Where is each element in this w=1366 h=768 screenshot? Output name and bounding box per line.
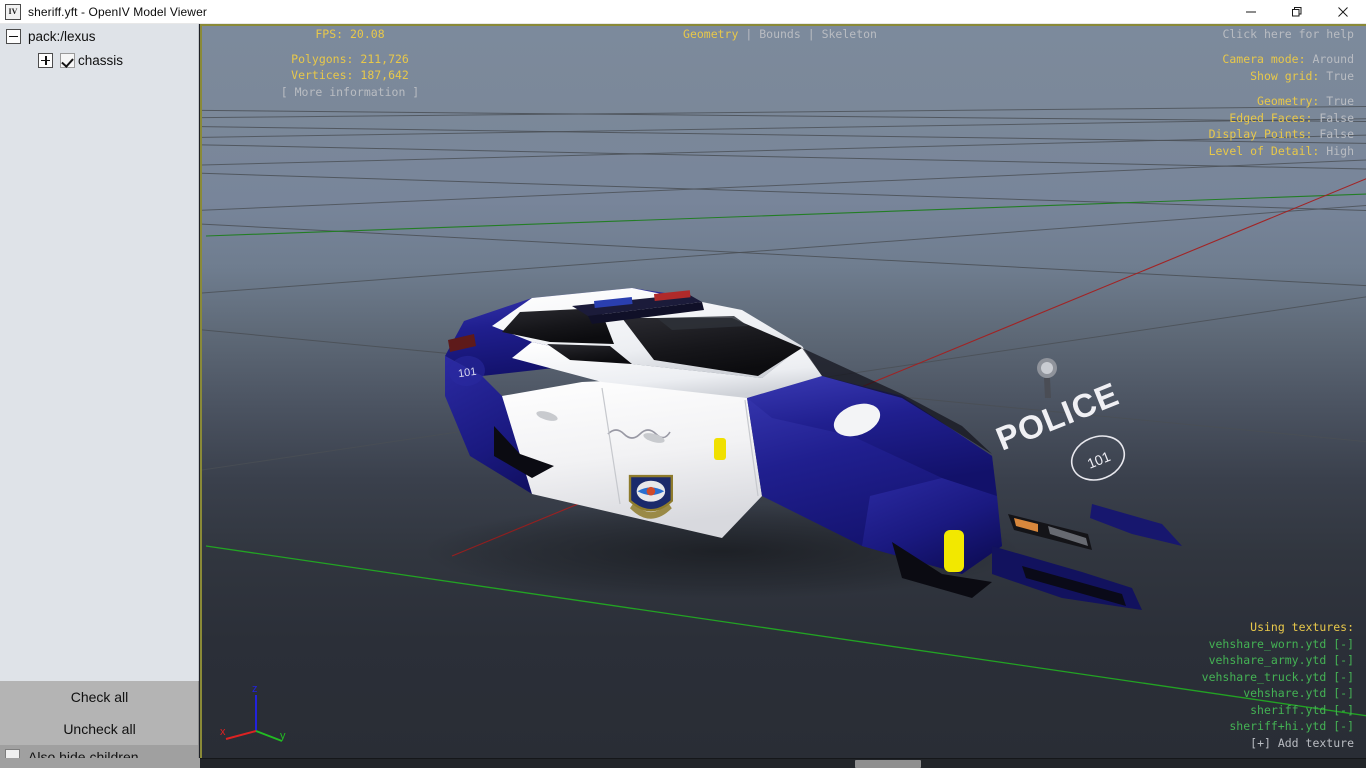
horizontal-scrollbar[interactable] <box>200 758 1366 768</box>
hud-stats: FPS: 20.08 Polygons: 211,726 Vertices: 1… <box>205 26 495 100</box>
viewport-render: POLICE 101 101 <box>202 105 1366 717</box>
polygons-label: Polygons: <box>291 51 354 66</box>
svg-text:x: x <box>220 726 226 738</box>
edged-faces-row[interactable]: Edged Faces: False <box>1209 110 1354 127</box>
texture-row[interactable]: sheriff.ytd [-] <box>1202 702 1354 719</box>
polygons-row: Polygons: 211,726 <box>205 51 495 68</box>
hud-mode-tabs: Geometry | Bounds | Skeleton <box>600 26 960 43</box>
texture-row[interactable]: vehshare_truck.ytd [-] <box>1202 669 1354 686</box>
restore-button[interactable] <box>1274 0 1320 24</box>
window-controls <box>1228 0 1366 24</box>
texture-name: vehshare_army.ytd <box>1208 653 1327 667</box>
marker-pin <box>944 530 964 572</box>
hud-textures-panel: Using textures: vehshare_worn.ytd [-] ve… <box>1202 619 1354 751</box>
texture-toggle-icon[interactable]: [-] <box>1333 719 1354 733</box>
more-information-link[interactable]: [ More information ] <box>205 84 495 101</box>
bottom-left-filler <box>0 758 200 768</box>
tree-actions-panel: Check all Uncheck all <box>0 681 199 745</box>
texture-toggle-icon[interactable]: [-] <box>1333 637 1354 651</box>
texture-toggle-icon[interactable]: [-] <box>1333 686 1354 700</box>
texture-toggle-icon[interactable]: [-] <box>1333 653 1354 667</box>
3d-viewport[interactable]: POLICE 101 101 z x y <box>200 24 1366 758</box>
svg-text:101: 101 <box>457 366 477 380</box>
show-grid-row[interactable]: Show grid: True <box>1222 68 1354 85</box>
expand-icon[interactable] <box>38 52 53 68</box>
camera-mode-row[interactable]: Camera mode: Around <box>1222 51 1354 68</box>
camera-mode-value: Around <box>1312 52 1354 66</box>
svg-text:z: z <box>252 683 258 695</box>
hud-view-settings: Camera mode: Around Show grid: True <box>1222 51 1354 84</box>
texture-name: sheriff.ytd <box>1250 702 1327 717</box>
show-grid-value: True <box>1326 68 1354 83</box>
level-of-detail-value: High <box>1326 143 1354 158</box>
chassis-checkbox[interactable] <box>60 52 75 68</box>
geometry-row[interactable]: Geometry: True <box>1209 93 1354 110</box>
show-grid-label: Show grid: <box>1250 68 1320 83</box>
texture-name: vehshare_truck.ytd <box>1201 669 1327 684</box>
vertices-row: Vertices: 187,642 <box>205 67 495 84</box>
display-points-value: False <box>1319 127 1354 141</box>
police-decal: POLICE <box>991 375 1124 458</box>
tab-bounds[interactable]: Bounds <box>759 27 801 41</box>
minimize-button[interactable] <box>1228 0 1274 24</box>
add-texture-button[interactable]: [+] Add texture <box>1202 735 1354 752</box>
fps-label: FPS: <box>315 27 344 41</box>
help-link[interactable]: Click here for help <box>1222 26 1354 43</box>
using-textures-header: Using textures: <box>1250 620 1354 634</box>
tree-item-chassis[interactable]: chassis <box>0 48 198 72</box>
camera-mode-label: Camera mode: <box>1222 52 1306 66</box>
marker-pin <box>714 438 726 460</box>
app-icon: IV <box>5 3 21 20</box>
tree-item-label: chassis <box>78 52 124 68</box>
svg-text:101: 101 <box>1085 448 1113 472</box>
display-points-label: Display Points: <box>1208 127 1313 141</box>
tab-skeleton[interactable]: Skeleton <box>822 27 877 41</box>
check-all-button[interactable]: Check all <box>0 681 199 713</box>
svg-text:y: y <box>280 730 286 742</box>
texture-row[interactable]: vehshare_worn.ytd [-] <box>1202 636 1354 653</box>
tab-separator: | <box>807 27 815 41</box>
collapse-icon[interactable] <box>6 28 21 44</box>
polygons-value: 211,726 <box>360 51 409 66</box>
model-tree-panel[interactable]: pack:/lexus chassis <box>0 24 199 681</box>
hud-render-settings: Geometry: True Edged Faces: False Displa… <box>1209 93 1354 159</box>
edged-faces-label: Edged Faces: <box>1229 110 1313 125</box>
unit-number-decal: 101 <box>1070 435 1126 481</box>
texture-toggle-icon[interactable]: [-] <box>1333 703 1354 717</box>
texture-name: vehshare.ytd <box>1243 686 1327 700</box>
uncheck-all-button[interactable]: Uncheck all <box>0 713 199 745</box>
fps-row: FPS: 20.08 <box>205 26 495 43</box>
vertices-label: Vertices: <box>291 68 354 82</box>
geometry-value: True <box>1326 94 1354 108</box>
texture-row[interactable]: sheriff+hi.ytd [-] <box>1202 718 1354 735</box>
vertices-value: 187,642 <box>360 68 409 82</box>
tree-item-label: pack:/lexus <box>28 28 96 44</box>
tree-item-pack-lexus[interactable]: pack:/lexus <box>0 24 198 48</box>
scrollbar-thumb[interactable] <box>855 760 921 768</box>
spotlight <box>1037 358 1057 398</box>
display-points-row[interactable]: Display Points: False <box>1209 126 1354 143</box>
texture-row[interactable]: vehshare.ytd [-] <box>1202 685 1354 702</box>
title-bar: IV sheriff.yft - OpenIV Model Viewer <box>0 0 1366 24</box>
edged-faces-value: False <box>1319 110 1354 125</box>
opening-model-viewer-window: IV sheriff.yft - OpenIV Model Viewer pac… <box>0 0 1366 768</box>
texture-toggle-icon[interactable]: [-] <box>1333 670 1354 684</box>
geometry-label: Geometry: <box>1257 94 1320 108</box>
window-title: sheriff.yft - OpenIV Model Viewer <box>28 4 207 19</box>
close-button[interactable] <box>1320 0 1366 24</box>
level-of-detail-row[interactable]: Level of Detail: High <box>1209 143 1354 160</box>
texture-name: sheriff+hi.ytd <box>1229 719 1327 733</box>
fps-value: 20.08 <box>350 27 385 41</box>
tab-separator: | <box>745 27 753 41</box>
tab-geometry[interactable]: Geometry <box>683 27 738 41</box>
texture-name: vehshare_worn.ytd <box>1208 636 1327 651</box>
texture-row[interactable]: vehshare_army.ytd [-] <box>1202 652 1354 669</box>
axis-gizmo: z x y <box>220 683 286 742</box>
level-of-detail-label: Level of Detail: <box>1208 143 1320 158</box>
police-shield-emblem <box>628 474 673 519</box>
